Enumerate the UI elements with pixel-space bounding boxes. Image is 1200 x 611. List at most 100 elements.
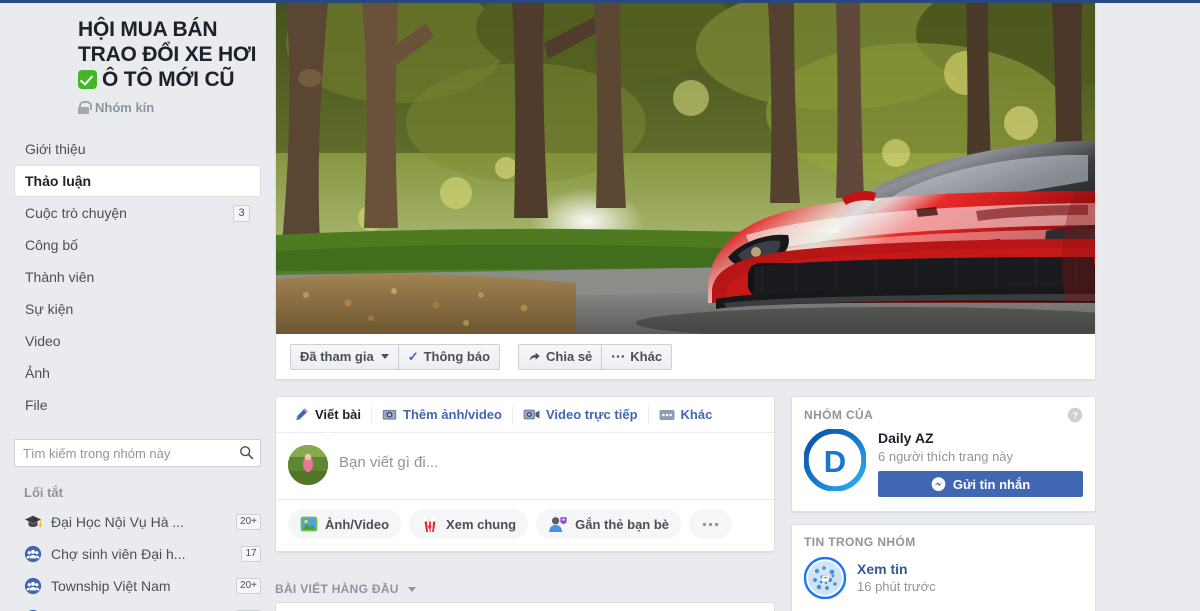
left-sidebar: HỘI MUA BÁN TRAO ĐỔI XE HƠI Ô TÔ MỚI CŨ … <box>0 3 275 611</box>
tab-video-truc-tiep[interactable]: Video trực tiếp <box>513 397 648 433</box>
verified-check-icon <box>78 70 97 89</box>
cover-action-bar: Đã tham gia ✓ Thông báo Chia sẻ Khác <box>276 334 1095 379</box>
nav-badge: 3 <box>233 204 250 222</box>
share-label: Chia sẻ <box>546 349 593 364</box>
sidebar-item-video[interactable]: Video <box>14 325 261 357</box>
posts-sort-label: BÀI VIẾT HÀNG ĐẦU <box>275 582 399 596</box>
shortcut-badge: 20+ <box>236 578 261 594</box>
pill-label: Xem chung <box>446 516 517 532</box>
post-composer: Viết bài Thêm ảnh/video Video trực tiếp … <box>275 396 775 552</box>
watch-together-button[interactable]: Xem chung <box>409 509 529 539</box>
group-of-card: NHÓM CỦA ? D Daily AZ 6 người thích tran… <box>791 396 1096 512</box>
tag-friends-button[interactable]: Gắn thẻ bạn bè <box>536 509 682 539</box>
sidebar-item-gioi-thieu[interactable]: Giới thiệu <box>14 133 261 165</box>
group-of-header: NHÓM CỦA ? <box>792 397 1095 427</box>
graduation-cap-icon <box>24 515 42 528</box>
help-circle-icon[interactable]: ? <box>1067 407 1083 423</box>
notifications-button[interactable]: ✓ Thông báo <box>398 343 501 370</box>
tab-khac[interactable]: Khác <box>649 397 723 433</box>
shortcut-badge: 20+ <box>236 514 261 530</box>
joined-label: Đã tham gia <box>300 349 374 364</box>
group-title-line2: TRAO ĐỔI XE HƠI <box>78 43 257 66</box>
composer-actions: Ảnh/Video Xem chung Gắn thẻ bạn bè <box>276 499 774 551</box>
shortcut-label: Đại Học Nội Vụ Hà ... <box>51 514 185 530</box>
posts-list-card <box>275 602 775 611</box>
tab-label: Video trực tiếp <box>545 407 638 422</box>
group-nav: Giới thiệu Thảo luận Cuộc trò chuyện 3 C… <box>0 133 275 421</box>
chevron-down-icon <box>407 586 416 592</box>
page-logo[interactable]: D <box>804 429 866 491</box>
composer-tabs: Viết bài Thêm ảnh/video Video trực tiếp … <box>276 397 774 433</box>
joined-button[interactable]: Đã tham gia <box>290 343 399 370</box>
nav-label: Ảnh <box>25 365 50 381</box>
more-label: Khác <box>630 349 663 364</box>
pill-label: Gắn thẻ bạn bè <box>575 516 670 532</box>
group-title: HỘI MUA BÁN TRAO ĐỔI XE HƠI Ô TÔ MỚI CŨ <box>0 3 275 92</box>
search-input[interactable] <box>14 439 261 467</box>
group-cover-card: Đã tham gia ✓ Thông báo Chia sẻ Khác <box>275 3 1096 380</box>
messenger-icon <box>931 476 946 491</box>
group-title-line1: HỘI MUA BÁN <box>78 18 218 41</box>
popcorn-icon <box>423 515 436 532</box>
shortcut-label: Chợ sinh viên Đại h... <box>51 546 186 562</box>
nav-label: Thảo luận <box>25 173 92 189</box>
sidebar-item-thao-luan[interactable]: Thảo luận <box>14 165 261 197</box>
page-info: Daily AZ 6 người thích trang này Gửi tin… <box>878 429 1083 497</box>
svg-text:?: ? <box>1072 411 1078 422</box>
story-time: 16 phút trước <box>857 579 936 594</box>
avatar[interactable] <box>288 445 328 485</box>
photo-camera-icon <box>382 409 397 420</box>
posts-sort-header[interactable]: BÀI VIẾT HÀNG ĐẦU <box>275 582 416 596</box>
tab-label: Khác <box>680 407 713 422</box>
nav-label: Sự kiện <box>25 301 74 317</box>
nav-label: File <box>25 397 48 413</box>
share-button-group: Chia sẻ Khác <box>518 343 673 370</box>
shortcut-item[interactable]: Tâm Sự EVA 20+ <box>0 602 275 611</box>
group-privacy: Nhóm kín <box>0 92 275 115</box>
story-row[interactable]: Xem tin 16 phút trước <box>792 553 1095 599</box>
group-search <box>14 439 261 467</box>
send-message-button[interactable]: Gửi tin nhắn <box>878 471 1083 497</box>
sidebar-item-cuoc-tro-chuyen[interactable]: Cuộc trò chuyện 3 <box>14 197 261 229</box>
tab-label: Viết bài <box>315 407 362 422</box>
cover-photo[interactable] <box>276 3 1095 334</box>
video-camera-icon <box>523 409 540 420</box>
shortcut-item[interactable]: Đại Học Nội Vụ Hà ... 20+ <box>0 506 275 538</box>
composer-body[interactable]: Bạn viết gì đi... <box>276 433 774 499</box>
nav-label: Video <box>25 333 61 349</box>
story-name[interactable]: Xem tin <box>857 560 936 578</box>
pencil-icon <box>296 408 308 421</box>
tab-viet-bai[interactable]: Viết bài <box>284 397 371 433</box>
group-title-line3: Ô TÔ MỚI CŨ <box>102 68 235 91</box>
membership-button-group: Đã tham gia ✓ Thông báo <box>290 343 501 370</box>
shortcut-label: Township Việt Nam <box>51 578 171 594</box>
group-news-title: TIN TRONG NHÓM <box>804 535 916 549</box>
sidebar-item-cong-bo[interactable]: Công bố <box>14 229 261 261</box>
sidebar-item-anh[interactable]: Ảnh <box>14 357 261 389</box>
share-button[interactable]: Chia sẻ <box>518 343 603 370</box>
more-actions-button[interactable] <box>689 509 733 539</box>
more-button[interactable]: Khác <box>602 343 673 370</box>
sidebar-item-su-kien[interactable]: Sự kiện <box>14 293 261 325</box>
lock-icon <box>78 101 92 114</box>
page-logo-letter: D <box>824 444 846 479</box>
shortcut-item[interactable]: Township Việt Nam 20+ <box>0 570 275 602</box>
tab-them-anh-video[interactable]: Thêm ảnh/video <box>372 397 512 433</box>
nav-label: Thành viên <box>25 269 95 285</box>
sidebar-item-file[interactable]: File <box>14 389 261 421</box>
ellipsis-icon <box>702 522 719 526</box>
page-name[interactable]: Daily AZ <box>878 429 1083 447</box>
share-arrow-icon <box>529 352 540 361</box>
story-avatar[interactable] <box>804 557 846 599</box>
composer-placeholder[interactable]: Bạn viết gì đi... <box>339 445 438 471</box>
nav-label: Giới thiệu <box>25 141 86 157</box>
shortcut-item[interactable]: Chợ sinh viên Đại h... 17 <box>0 538 275 570</box>
check-icon: ✓ <box>407 348 419 364</box>
cover-photo-image <box>276 3 1095 334</box>
page-row: D Daily AZ 6 người thích trang này Gửi t… <box>792 427 1095 497</box>
chevron-down-icon <box>380 354 389 359</box>
photo-video-button[interactable]: Ảnh/Video <box>288 509 402 539</box>
sidebar-item-thanh-vien[interactable]: Thành viên <box>14 261 261 293</box>
tag-friends-icon <box>549 517 567 532</box>
user-avatar-image <box>288 445 328 485</box>
